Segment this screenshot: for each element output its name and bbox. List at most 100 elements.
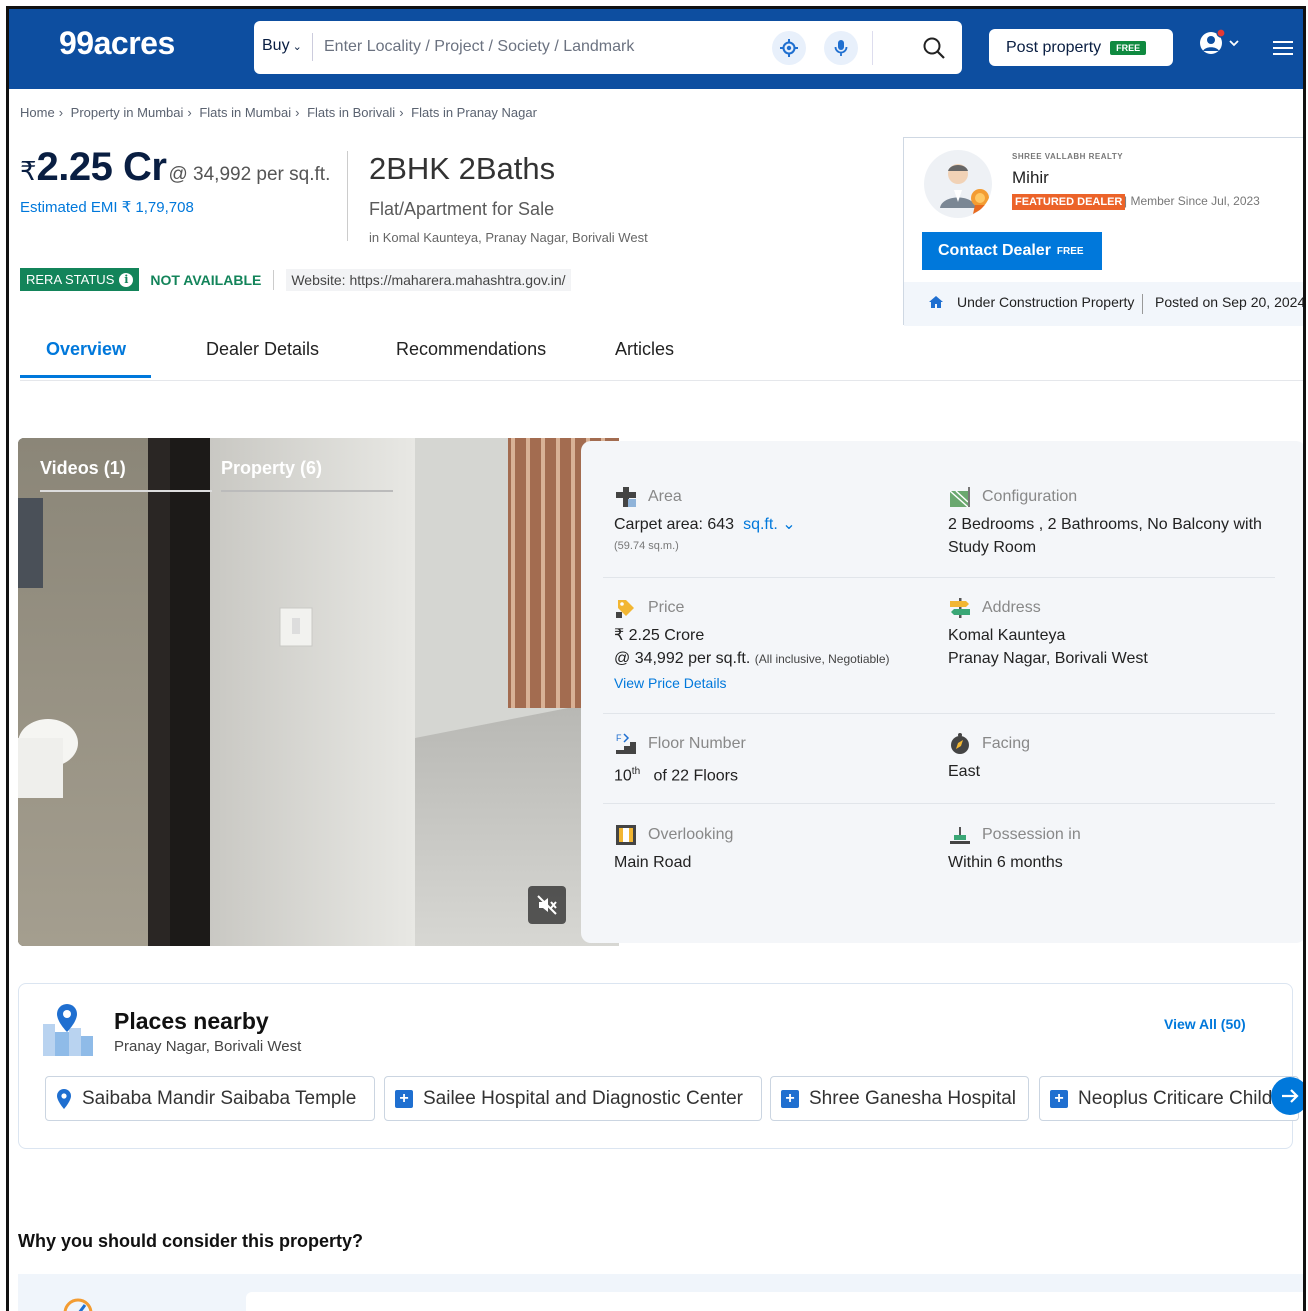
configuration-icon — [949, 487, 970, 508]
breadcrumb-item[interactable]: Home — [20, 105, 55, 120]
view-all-link[interactable]: View All (50) — [1164, 1016, 1246, 1032]
place-chip[interactable]: + Shree Ganesha Hospital — [770, 1076, 1029, 1121]
hamburger-menu-icon[interactable] — [1272, 39, 1294, 57]
floor-value-row: 10th of 22 Floors — [614, 760, 944, 787]
possession-icon — [950, 827, 970, 844]
buy-dropdown[interactable]: Buy ⌄ — [262, 37, 302, 55]
contact-dealer-button[interactable]: Contact Dealer FREE — [922, 232, 1102, 270]
free-badge: FREE — [1110, 40, 1147, 55]
tab-dealer-details[interactable]: Dealer Details — [206, 339, 319, 379]
detail-price: Price ₹ 2.25 Crore @ 34,992 per sq.ft. (… — [614, 596, 944, 691]
possession-value: Within 6 months — [948, 854, 1063, 871]
rera-status-badge[interactable]: RERA STATUS i — [20, 268, 140, 291]
why-consider-content — [246, 1292, 1303, 1311]
breadcrumb-item[interactable]: Flats in Pranay Nagar — [411, 105, 537, 120]
property-details-panel: Area Carpet area: 643 sq.ft. ⌄ (59.74 sq.… — [581, 441, 1303, 943]
logo[interactable]: 99acres — [59, 25, 175, 62]
facing-label: Facing — [982, 735, 1031, 752]
breadcrumb-item[interactable]: Property in Mumbai — [71, 105, 184, 120]
view-price-details-link[interactable]: View Price Details — [614, 675, 944, 691]
floor-suffix: th — [631, 766, 641, 777]
place-chip[interactable]: Saibaba Mandir Saibaba Temple — [45, 1076, 375, 1121]
breadcrumb-item[interactable]: Flats in Mumbai — [199, 105, 291, 120]
divider — [273, 269, 275, 290]
place-chip[interactable]: + Sailee Hospital and Diagnostic Center — [384, 1076, 762, 1121]
hospital-icon: + — [1050, 1089, 1068, 1108]
places-subtitle: Pranay Nagar, Borivali West — [114, 1038, 302, 1055]
breadcrumb-item[interactable]: Flats in Borivali — [307, 105, 395, 120]
config-value: 2 Bedrooms , 2 Bathrooms, No Balcony wit… — [948, 516, 1262, 556]
search-bar: Buy ⌄ — [254, 21, 962, 74]
unit-dropdown[interactable]: sq.ft. ⌄ — [743, 516, 796, 533]
divider — [1142, 294, 1143, 314]
divider — [603, 577, 1275, 578]
tab-property-photos[interactable]: Property (6) — [221, 458, 322, 479]
detail-overlooking: Overlooking Main Road — [614, 823, 944, 874]
price-per-sqft-row: @ 34,992 per sq.ft. (All inclusive, Nego… — [614, 647, 944, 671]
rera-row: RERA STATUS i NOT AVAILABLE Website: htt… — [20, 268, 571, 291]
media-viewer[interactable]: Videos (1) Property (6) — [18, 438, 619, 946]
emi-link[interactable]: Estimated EMI ₹ 1,79,708 — [20, 198, 194, 216]
post-property-label: Post property — [1006, 38, 1102, 56]
voice-search-button[interactable] — [824, 31, 858, 65]
location-target-button[interactable] — [772, 31, 806, 65]
dealer-card: SHREE VALLABH REALTY Mihir FEATURED DEAL… — [903, 137, 1303, 326]
location-pin-icon — [56, 1088, 72, 1109]
breadcrumb-separator: › — [399, 105, 404, 120]
svg-text:F: F — [616, 733, 622, 743]
chevron-down-icon: ⌄ — [782, 516, 796, 533]
property-video-frame — [18, 438, 619, 946]
search-icon — [923, 37, 945, 59]
tab-videos[interactable]: Videos (1) — [40, 458, 126, 479]
dealer-firm: SHREE VALLABH REALTY — [1012, 152, 1124, 161]
window-icon — [616, 825, 636, 845]
tab-underline — [40, 490, 212, 492]
place-name: Shree Ganesha Hospital — [809, 1087, 1017, 1109]
compass-icon — [951, 733, 969, 754]
tab-overview[interactable]: Overview — [46, 339, 126, 379]
unit-label: sq.ft. — [743, 516, 778, 533]
user-menu-button[interactable] — [1199, 27, 1249, 67]
overlooking-label-row: Overlooking — [614, 823, 944, 847]
floor-total: of 22 Floors — [653, 767, 738, 785]
section-tabs: Overview Dealer Details Recommendations … — [20, 331, 1303, 381]
possession-label: Possession in — [982, 826, 1081, 843]
place-chip[interactable]: + Neoplus Criticare Children — [1039, 1076, 1299, 1121]
price-amount: 2.25 Cr — [36, 145, 167, 189]
crosshair-icon — [780, 39, 798, 57]
dealer-avatar-icon — [940, 164, 989, 214]
mute-button[interactable] — [528, 886, 566, 924]
floor-label-row: F Floor Number — [614, 732, 944, 756]
search-button[interactable] — [919, 33, 949, 63]
dealer-name: Mihir — [1012, 168, 1049, 187]
detail-area: Area Carpet area: 643 sq.ft. ⌄ (59.74 sq.… — [614, 485, 944, 552]
possession-label-row: Possession in — [948, 823, 1278, 847]
places-nearby-section: Places nearby Pranay Nagar, Borivali Wes… — [18, 983, 1299, 1149]
price-label: Price — [648, 599, 685, 616]
price-note: (All inclusive, Negotiable) — [754, 652, 890, 666]
member-since: | Member Since Jul, 2023 — [1124, 194, 1260, 208]
search-input[interactable] — [324, 31, 754, 63]
price-display: ₹2.25 Cr @ 34,992 per sq.ft. — [20, 145, 330, 190]
city-map-pin-icon — [43, 1004, 93, 1056]
arrow-right-icon — [1282, 1089, 1299, 1103]
config-label: Configuration — [982, 488, 1078, 505]
address-label-row: Address — [948, 596, 1278, 620]
breadcrumb-separator: › — [58, 105, 64, 120]
breadcrumb: Home › Property in Mumbai › Flats in Mumba… — [20, 105, 537, 120]
divider — [603, 713, 1275, 714]
price-per-sqft-detail: @ 34,992 per sq.ft. — [614, 650, 751, 667]
signpost-icon — [950, 598, 970, 618]
tab-recommendations[interactable]: Recommendations — [396, 339, 546, 379]
page-frame: 99acres Buy⌄ Post property FREE — [6, 6, 1306, 1311]
tab-articles[interactable]: Articles — [615, 339, 674, 379]
info-icon[interactable]: i — [119, 272, 134, 287]
dealer-footer: Under Construction Property Posted on Se… — [904, 282, 1303, 326]
floor-number: 10 — [614, 767, 632, 785]
divider — [347, 151, 348, 241]
post-property-button[interactable]: Post property FREE — [989, 29, 1173, 66]
area-value-row: Carpet area: 643 sq.ft. ⌄ — [614, 513, 944, 536]
divider — [312, 33, 313, 61]
area-label-row: Area — [614, 485, 944, 509]
scroll-right-button[interactable] — [1271, 1077, 1303, 1115]
